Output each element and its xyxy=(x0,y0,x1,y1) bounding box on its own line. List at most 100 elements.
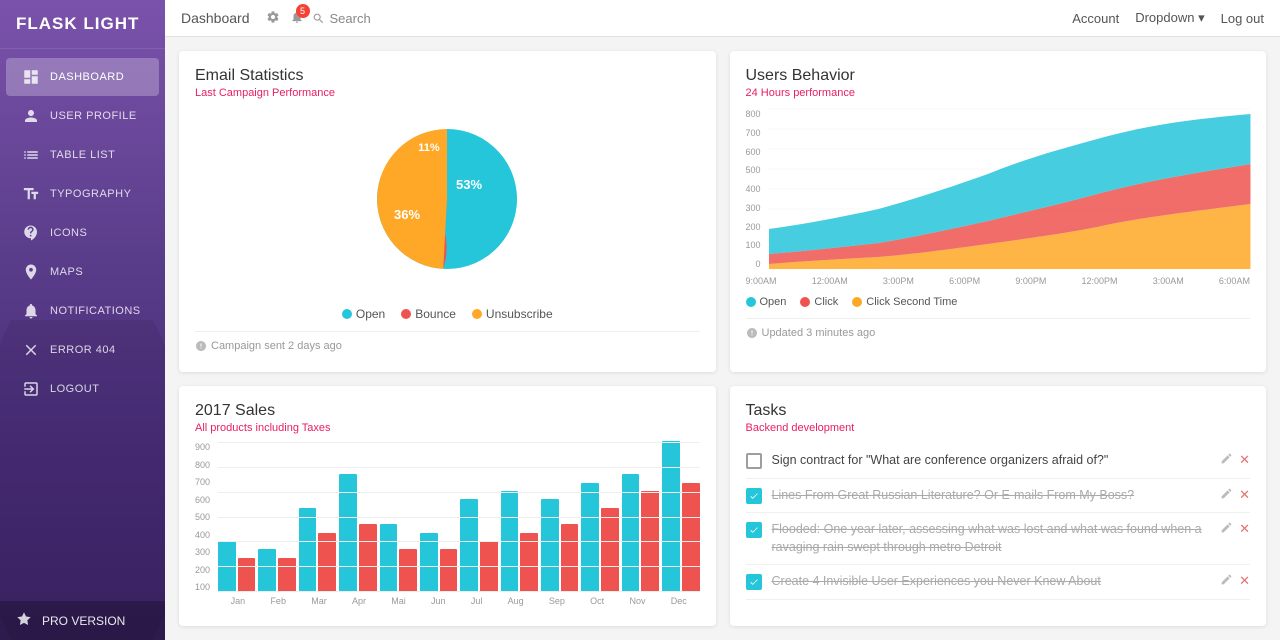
notification-badge: 5 xyxy=(296,4,310,18)
tasks-list: Sign contract for "What are conference o… xyxy=(746,444,1251,600)
task-actions: ✕ xyxy=(1220,573,1250,589)
task-actions: ✕ xyxy=(1220,487,1250,503)
sales-subtitle: All products including Taxes xyxy=(195,422,700,434)
task-checkbox[interactable] xyxy=(746,453,762,469)
svg-text:36%: 36% xyxy=(394,207,420,222)
users-behavior-title: Users Behavior xyxy=(746,67,1251,85)
task-edit-button[interactable] xyxy=(1220,487,1233,503)
dropdown-button[interactable]: Dropdown ▾ xyxy=(1135,10,1204,26)
task-checkbox[interactable] xyxy=(746,574,762,590)
bar xyxy=(440,549,458,591)
task-text: Flooded: One year later, assessing what … xyxy=(772,521,1211,556)
sidebar-label-logout: LOGOUT xyxy=(50,383,99,395)
task-checkbox[interactable] xyxy=(746,522,762,538)
task-actions: ✕ xyxy=(1220,452,1250,468)
breadcrumb: Dashboard xyxy=(181,10,250,26)
email-legend: Open Bounce Unsubscribe xyxy=(195,307,700,321)
bar xyxy=(359,524,377,591)
task-checkbox[interactable] xyxy=(746,488,762,504)
bounce-dot xyxy=(401,309,411,319)
bar xyxy=(399,549,417,591)
bar-chart: JanFebMarAprMaiJunJulAugSepOctNovDec xyxy=(218,442,699,606)
bar xyxy=(460,499,478,591)
sidebar-item-icons[interactable]: ICONS xyxy=(6,214,159,252)
users-footer-text: Updated 3 minutes ago xyxy=(762,327,876,339)
users-behavior-subtitle: 24 Hours performance xyxy=(746,87,1251,99)
sidebar-label-error404: ERROR 404 xyxy=(50,344,116,356)
settings-icon[interactable] xyxy=(266,10,280,27)
sidebar-item-typography[interactable]: TYPOGRAPHY xyxy=(6,175,159,213)
bar-labels: JanFebMarAprMaiJunJulAugSepOctNovDec xyxy=(218,596,699,606)
legend-unsubscribe: Unsubscribe xyxy=(472,307,553,321)
task-delete-button[interactable]: ✕ xyxy=(1239,452,1250,468)
task-edit-button[interactable] xyxy=(1220,452,1233,468)
pro-version-label: PRO VERSION xyxy=(42,614,125,628)
bar-group xyxy=(258,549,295,591)
email-stats-title: Email Statistics xyxy=(195,67,700,85)
table-list-icon xyxy=(22,146,40,164)
tasks-card: Tasks Backend development Sign contract … xyxy=(730,386,1267,626)
tasks-title: Tasks xyxy=(746,402,1251,420)
task-text: Create 4 Invisible User Experiences you … xyxy=(772,573,1211,591)
pro-version-button[interactable]: PRO VERSION xyxy=(0,601,165,640)
topbar-icons: 5 xyxy=(266,10,304,27)
sales-card: 2017 Sales All products including Taxes … xyxy=(179,386,716,626)
task-delete-button[interactable]: ✕ xyxy=(1239,487,1250,503)
icons-icon xyxy=(22,224,40,242)
sidebar-nav: DASHBOARD USER PROFILE TABLE LIST TYPOGR… xyxy=(0,49,165,601)
bar xyxy=(278,558,296,591)
star-icon xyxy=(16,611,32,630)
task-edit-button[interactable] xyxy=(1220,573,1233,589)
sidebar-item-table-list[interactable]: TABLE LIST xyxy=(6,136,159,174)
task-text: Lines From Great Russian Literature? Or … xyxy=(772,487,1211,505)
logout-link[interactable]: Log out xyxy=(1221,11,1264,26)
sidebar-label-maps: MAPS xyxy=(50,266,83,278)
email-footer: Campaign sent 2 days ago xyxy=(195,331,700,352)
maps-icon xyxy=(22,263,40,281)
sales-title: 2017 Sales xyxy=(195,402,700,420)
content-area: Email Statistics Last Campaign Performan… xyxy=(165,37,1280,640)
bar xyxy=(380,524,398,591)
pie-chart: 53% 36% 11% xyxy=(195,99,700,299)
bar-group xyxy=(299,508,336,591)
bar-group xyxy=(460,499,497,591)
logout-icon xyxy=(22,380,40,398)
task-actions: ✕ xyxy=(1220,521,1250,537)
sidebar-label-notifications: NOTIFICATIONS xyxy=(50,305,141,317)
bar xyxy=(238,558,256,591)
bar xyxy=(581,483,599,591)
bar xyxy=(299,508,317,591)
users-behavior-card: Users Behavior 24 Hours performance 8007… xyxy=(730,51,1267,372)
x-axis-labels: 9:00AM12:00AM3:00PM6:00PM9:00PM12:00PM3:… xyxy=(746,276,1251,286)
sidebar-label-icons: ICONS xyxy=(50,227,87,239)
svg-text:53%: 53% xyxy=(456,177,482,192)
sidebar-item-user-profile[interactable]: USER PROFILE xyxy=(6,97,159,135)
notification-icon[interactable]: 5 xyxy=(290,10,304,27)
unsubscribe-dot xyxy=(472,309,482,319)
sidebar-item-error404[interactable]: ERROR 404 xyxy=(6,331,159,369)
user-profile-icon xyxy=(22,107,40,125)
users-footer: Updated 3 minutes ago xyxy=(746,318,1251,339)
users-legend: Open Click Click Second Time xyxy=(746,296,1251,308)
legend-bounce: Bounce xyxy=(401,307,456,321)
sidebar-label-dashboard: DASHBOARD xyxy=(50,71,124,83)
legend-open: Open xyxy=(342,307,385,321)
sidebar-item-logout[interactable]: LOGOUT xyxy=(6,370,159,408)
topbar: Dashboard 5 Search Account Dropdown ▾ Lo… xyxy=(165,0,1280,37)
typography-icon xyxy=(22,185,40,203)
email-stats-subtitle: Last Campaign Performance xyxy=(195,87,700,99)
task-delete-button[interactable]: ✕ xyxy=(1239,521,1250,537)
tasks-subtitle: Backend development xyxy=(746,422,1251,434)
task-text: Sign contract for "What are conference o… xyxy=(772,452,1211,470)
sidebar-item-dashboard[interactable]: DASHBOARD xyxy=(6,58,159,96)
dashboard-icon xyxy=(22,68,40,86)
bar-group xyxy=(581,483,618,591)
bar xyxy=(601,508,619,591)
account-link[interactable]: Account xyxy=(1072,11,1119,26)
sidebar-item-notifications[interactable]: NOTIFICATIONS xyxy=(6,292,159,330)
sidebar-label-table-list: TABLE LIST xyxy=(50,149,115,161)
task-delete-button[interactable]: ✕ xyxy=(1239,573,1250,589)
search-button[interactable]: Search xyxy=(312,11,371,26)
task-edit-button[interactable] xyxy=(1220,521,1233,537)
sidebar-item-maps[interactable]: MAPS xyxy=(6,253,159,291)
